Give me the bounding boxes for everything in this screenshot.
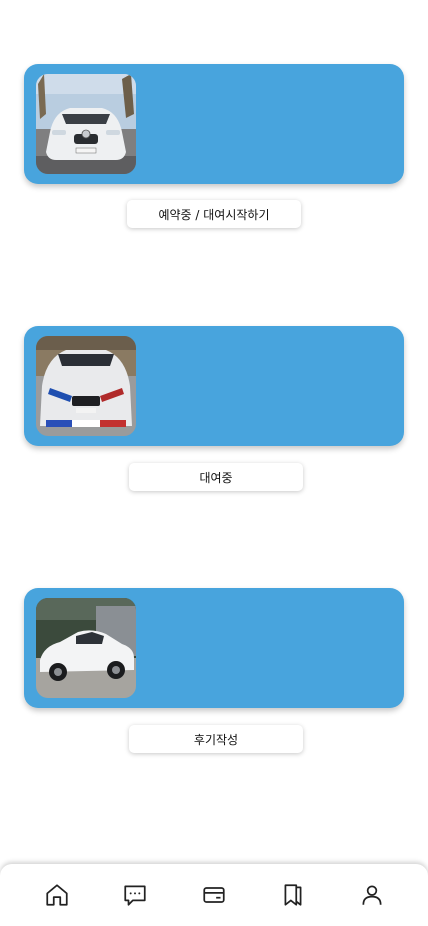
car-photo-2 [36, 336, 136, 436]
car-photo-1 [36, 74, 136, 174]
bookmark-icon [284, 884, 302, 906]
nav-bookmark-button[interactable] [278, 880, 308, 910]
rental-card-3[interactable] [24, 588, 404, 708]
nav-payment-button[interactable] [199, 880, 229, 910]
nav-home-button[interactable] [42, 880, 72, 910]
rental-card-1[interactable] [24, 64, 404, 184]
rental-card-2[interactable] [24, 326, 404, 446]
rental-2-action-button[interactable]: 대여중 [129, 463, 303, 491]
home-icon [46, 884, 68, 906]
nav-profile-button[interactable] [357, 880, 387, 910]
chat-icon [124, 885, 146, 906]
profile-icon [362, 885, 382, 905]
rental-3-action-button[interactable]: 후기작성 [129, 725, 303, 753]
car-photo-3 [36, 598, 136, 698]
rental-1-action-button[interactable]: 예약중 / 대여시작하기 [127, 200, 301, 228]
nav-chat-button[interactable] [120, 880, 150, 910]
card-icon [203, 887, 225, 903]
rental-list-screen: 예약중 / 대여시작하기 대여중 후기작성 [0, 0, 428, 926]
bottom-navigation [0, 864, 428, 926]
